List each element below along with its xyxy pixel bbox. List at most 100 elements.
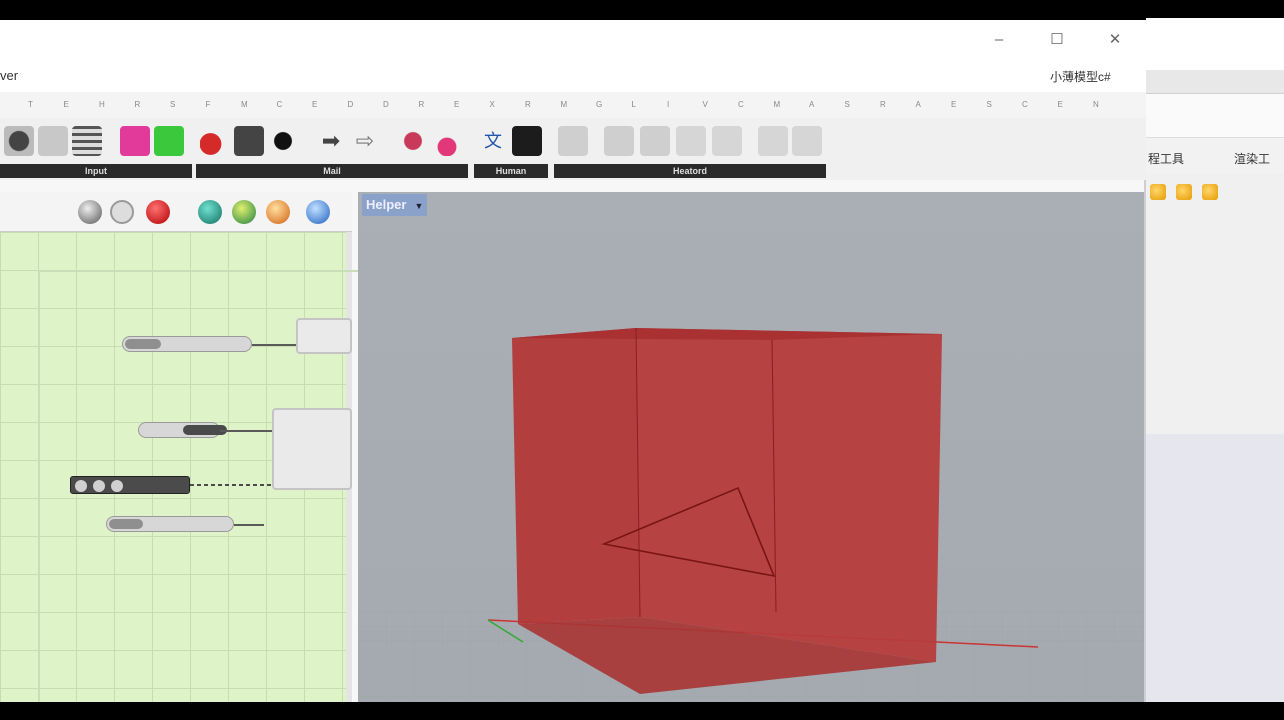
component-tab[interactable]: C bbox=[738, 100, 744, 109]
number-slider[interactable] bbox=[138, 422, 227, 438]
number-slider[interactable] bbox=[122, 336, 252, 352]
component-tab[interactable]: S bbox=[170, 100, 175, 109]
viewport-label[interactable]: Helper ▼ bbox=[362, 194, 428, 216]
material-icon[interactable] bbox=[232, 200, 256, 224]
component-tab[interactable]: I bbox=[667, 100, 669, 109]
number-slider[interactable] bbox=[106, 516, 234, 532]
component-tab[interactable]: G bbox=[596, 100, 602, 109]
toggle-panel[interactable] bbox=[70, 476, 190, 494]
ribbon-group-human: 文 Human bbox=[474, 122, 548, 178]
panel-icon[interactable] bbox=[38, 126, 68, 156]
ribbon-group-label: Input bbox=[0, 164, 192, 178]
component-tab[interactable]: A bbox=[916, 100, 921, 109]
sphere-icon[interactable] bbox=[266, 200, 290, 224]
rhino-tab-render[interactable]: 渲染工 bbox=[1234, 150, 1270, 167]
component-tab[interactable]: E bbox=[454, 100, 459, 109]
rhino-tab-tools[interactable]: 程工具 bbox=[1148, 150, 1184, 167]
gradient-icon[interactable] bbox=[154, 126, 184, 156]
component-tab[interactable]: X bbox=[490, 100, 495, 109]
grid-icon[interactable] bbox=[676, 126, 706, 156]
component-tab[interactable]: R bbox=[419, 100, 425, 109]
rhino-viewport[interactable]: Helper ▼ bbox=[358, 192, 1144, 702]
mesh-icon[interactable] bbox=[198, 200, 222, 224]
component-tab[interactable]: M bbox=[774, 100, 781, 109]
disable-icon[interactable] bbox=[110, 200, 134, 224]
preview-icon[interactable] bbox=[78, 200, 102, 224]
component-node[interactable] bbox=[272, 408, 352, 490]
component-tab[interactable]: E bbox=[312, 100, 317, 109]
rhino-icon-row bbox=[1146, 178, 1284, 208]
rhino-tool-icon[interactable] bbox=[1176, 184, 1192, 200]
rhino-background-window: 程工具 渲染工 bbox=[1146, 18, 1284, 702]
component-tab[interactable]: A bbox=[809, 100, 814, 109]
rhino-tool-icon[interactable] bbox=[1150, 184, 1166, 200]
maximize-button[interactable]: ☐ bbox=[1044, 28, 1070, 54]
ribbon-group-label: Heatord bbox=[554, 164, 826, 178]
rhino-tool-icon[interactable] bbox=[1202, 184, 1218, 200]
component-tab[interactable]: R bbox=[525, 100, 531, 109]
canvas-toolbar bbox=[0, 192, 352, 232]
component-tab[interactable]: N bbox=[1093, 100, 1099, 109]
viewport-label-text: Helper bbox=[366, 197, 407, 212]
tree-icon[interactable] bbox=[234, 126, 264, 156]
ribbon-group-label: Human bbox=[474, 164, 548, 178]
component-tab[interactable]: S bbox=[987, 100, 992, 109]
rhino-command-area bbox=[1146, 94, 1284, 138]
component-tab[interactable]: S bbox=[845, 100, 850, 109]
close-button[interactable]: ✕ bbox=[1102, 28, 1128, 54]
globe-icon[interactable] bbox=[306, 200, 330, 224]
title-bar: – ☐ ✕ bbox=[0, 20, 1146, 60]
translate-icon[interactable]: 文 bbox=[478, 126, 508, 156]
hand-icon[interactable] bbox=[558, 126, 588, 156]
component-tab[interactable]: E bbox=[64, 100, 69, 109]
arrow-outline-icon[interactable]: ⇨ bbox=[350, 126, 380, 156]
wire bbox=[252, 344, 296, 346]
component-ribbon: Input ➡ ⇨ Mail 文 Human Heatord bbox=[0, 118, 1146, 180]
window-title: ver bbox=[0, 68, 19, 83]
component-tab[interactable]: E bbox=[1058, 100, 1063, 109]
viewport-scene bbox=[358, 327, 1144, 702]
component-node[interactable] bbox=[296, 318, 352, 354]
wire-shaded-icon[interactable] bbox=[146, 200, 170, 224]
user-icon[interactable] bbox=[512, 126, 542, 156]
stamp-icon[interactable] bbox=[604, 126, 634, 156]
arrow-right-icon[interactable]: ➡ bbox=[316, 126, 346, 156]
grasshopper-window: – ☐ ✕ ver 小薄模型c# T E H R S F M C E D D R E X R M G L I V C M A… bbox=[0, 20, 1146, 710]
balls-icon[interactable] bbox=[398, 126, 428, 156]
dashed-wire bbox=[190, 484, 272, 486]
wire bbox=[234, 524, 264, 526]
chevron-down-icon: ▼ bbox=[414, 201, 424, 211]
component-tab[interactable]: R bbox=[135, 100, 141, 109]
component-tab[interactable]: D bbox=[383, 100, 389, 109]
ribbon-group-label: Mail bbox=[196, 164, 468, 178]
flask-icon[interactable] bbox=[432, 126, 462, 156]
color-swatch-icon[interactable] bbox=[120, 126, 150, 156]
wire bbox=[220, 430, 274, 432]
timer-icon[interactable] bbox=[792, 126, 822, 156]
note-icon[interactable] bbox=[712, 126, 742, 156]
list-icon[interactable] bbox=[72, 126, 102, 156]
tools-icon[interactable] bbox=[758, 126, 788, 156]
component-tab[interactable]: C bbox=[277, 100, 283, 109]
component-tab[interactable]: L bbox=[632, 100, 636, 109]
menu-bar: ver 小薄模型c# bbox=[0, 60, 1146, 92]
ribbon-group-heatord: Heatord bbox=[554, 122, 826, 178]
cherry-icon[interactable] bbox=[200, 126, 230, 156]
component-tab[interactable]: C bbox=[1022, 100, 1028, 109]
component-tab[interactable]: M bbox=[561, 100, 568, 109]
minimize-button[interactable]: – bbox=[986, 28, 1012, 54]
document-name: 小薄模型c# bbox=[1050, 70, 1111, 84]
component-tab[interactable]: D bbox=[348, 100, 354, 109]
component-tab[interactable]: R bbox=[880, 100, 886, 109]
component-tab[interactable]: F bbox=[206, 100, 211, 109]
component-tab[interactable]: M bbox=[241, 100, 248, 109]
component-tab[interactable]: T bbox=[28, 100, 33, 109]
component-tab[interactable]: V bbox=[703, 100, 708, 109]
component-tab[interactable]: E bbox=[951, 100, 956, 109]
box-left-face bbox=[512, 328, 640, 624]
grasshopper-canvas[interactable] bbox=[0, 232, 358, 710]
component-tab[interactable]: H bbox=[99, 100, 105, 109]
record-icon[interactable] bbox=[4, 126, 34, 156]
tag-icon[interactable] bbox=[640, 126, 670, 156]
splat-icon[interactable] bbox=[268, 126, 298, 156]
